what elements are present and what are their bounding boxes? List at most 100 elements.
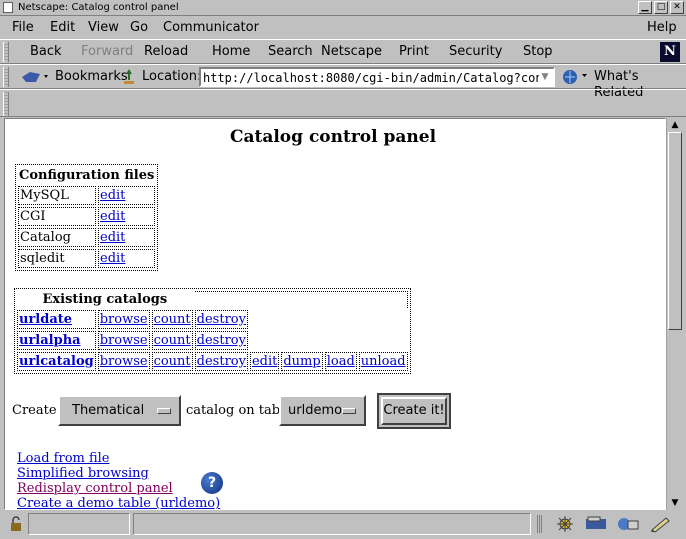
destroy-link[interactable]: destroy [197,354,246,369]
table-row: CGI edit [18,207,156,226]
status-message [133,513,531,535]
scroll-up-icon[interactable]: ▲ [668,118,682,132]
catalog-type-value: Thematical [72,403,145,418]
netscape-logo-icon[interactable]: N [660,42,680,62]
maximize-button[interactable]: □ [654,1,668,14]
unload-link[interactable]: unload [361,354,406,369]
menu-bar: File Edit View Go Communicator Help [0,17,686,39]
status-grip [537,515,543,533]
personal-grip[interactable] [3,92,9,116]
edit-mysql-link[interactable]: edit [100,188,125,203]
bookmark-icon[interactable] [20,69,50,85]
browse-link[interactable]: browse [100,354,148,369]
menu-go[interactable]: Go [130,20,148,36]
navigator-icon[interactable] [555,514,575,534]
stop-button[interactable]: Stop [523,44,553,60]
table-select[interactable]: urldemo [279,395,366,426]
option-menu-indicator-icon [342,408,356,414]
config-edit-link: edit [98,228,156,247]
menu-help[interactable]: Help [647,20,677,36]
help-icon[interactable]: ? [201,472,223,494]
print-button[interactable]: Print [399,44,429,60]
menu-file[interactable]: File [12,20,34,36]
page-title: Catalog control panel [229,127,437,147]
window-title: Netscape: Catalog control panel [18,2,179,13]
menu-edit[interactable]: Edit [50,20,75,36]
close-button[interactable]: ✕ [670,1,684,14]
forward-button[interactable]: Forward [81,44,133,60]
config-name: Catalog [18,228,96,247]
window-icon [3,2,13,13]
edit-link[interactable]: edit [252,354,277,369]
related-icon[interactable] [561,68,589,86]
edit-cgi-link[interactable]: edit [100,209,125,224]
catalog-on-table-label: catalog on table [186,403,292,418]
location-toolbar: Bookmarks Location: http://localhost:808… [0,64,686,100]
catalog-urlcatalog-link[interactable]: urlcatalog [19,354,94,369]
table-row: urldate browse count destroy [17,310,408,329]
menu-view[interactable]: View [88,20,119,36]
load-from-file-link[interactable]: Load from file [17,451,110,466]
load-link[interactable]: load [327,354,355,369]
netscape-button[interactable]: Netscape [321,44,382,60]
config-files-table: Configuration files MySQL edit CGI edit … [15,164,159,271]
create-it-label: Create it! [381,397,447,425]
config-edit-link: edit [98,207,156,226]
config-files-heading: Configuration files [19,168,155,183]
catalog-urldate-link[interactable]: urldate [19,312,72,327]
catalog-type-select[interactable]: Thematical [58,395,181,426]
scroll-thumb[interactable] [668,132,682,330]
table-row: urlalpha browse count destroy [17,331,408,350]
create-demo-table-link[interactable]: Create a demo table (urldemo) [17,496,220,509]
vertical-scrollbar[interactable]: ▲ ▼ [666,118,682,510]
table-row: Catalog edit [18,228,156,247]
create-it-button[interactable]: Create it! [377,393,451,429]
bookmarks-button[interactable]: Bookmarks [55,69,128,85]
url-text[interactable]: http://localhost:8080/cgi-bin/admin/Cata… [203,70,539,86]
destroy-link[interactable]: destroy [197,312,246,327]
count-link[interactable]: count [154,354,191,369]
config-edit-link: edit [98,186,156,205]
table-row: urlcatalog browse count destroy edit dum… [17,352,408,371]
search-button[interactable]: Search [268,44,313,60]
mail-icon[interactable] [584,515,608,533]
home-button[interactable]: Home [212,44,250,60]
title-bar: Netscape: Catalog control panel ▁ □ ✕ [0,0,686,16]
url-dropdown-icon[interactable]: ▼ [538,70,552,84]
option-menu-indicator-icon [157,408,171,414]
destroy-link[interactable]: destroy [197,333,246,348]
location-label: Location: [142,69,202,84]
menu-communicator[interactable]: Communicator [163,20,259,36]
reload-button[interactable]: Reload [144,44,188,60]
config-name: sqledit [18,249,96,268]
location-grip[interactable] [3,67,9,87]
composer-icon[interactable] [649,515,673,533]
create-label: Create [12,403,57,418]
edit-sqledit-link[interactable]: edit [100,251,125,266]
browse-link[interactable]: browse [100,333,148,348]
redisplay-control-panel-link[interactable]: Redisplay control panel [17,481,173,496]
catalog-urlalpha-link[interactable]: urlalpha [19,333,81,348]
security-button[interactable]: Security [449,44,502,60]
count-link[interactable]: count [154,333,191,348]
navigation-toolbar: Back Forward Reload Home Search Netscape… [0,39,686,64]
status-progress [28,513,130,535]
page-links: Load from file Simplified browsing Redis… [17,451,220,509]
browse-link[interactable]: browse [100,312,148,327]
toolbar-grip[interactable] [3,42,9,62]
lock-icon[interactable] [8,516,24,532]
page-content: Catalog control panel Configuration file… [4,118,666,510]
config-name: CGI [18,207,96,226]
scroll-down-icon[interactable]: ▼ [668,496,682,510]
config-name: MySQL [18,186,96,205]
simplified-browsing-link[interactable]: Simplified browsing [17,466,149,481]
dump-link[interactable]: dump [283,354,320,369]
minimize-button[interactable]: ▁ [638,1,652,14]
edit-catalog-link[interactable]: edit [100,230,125,245]
location-icon[interactable] [121,68,137,86]
count-link[interactable]: count [154,312,191,327]
url-field[interactable]: http://localhost:8080/cgi-bin/admin/Cata… [199,67,555,87]
back-button[interactable]: Back [30,44,62,60]
create-catalog-form: Create Thematical catalog on table urlde… [12,393,652,429]
newsgroups-icon[interactable] [616,515,640,533]
